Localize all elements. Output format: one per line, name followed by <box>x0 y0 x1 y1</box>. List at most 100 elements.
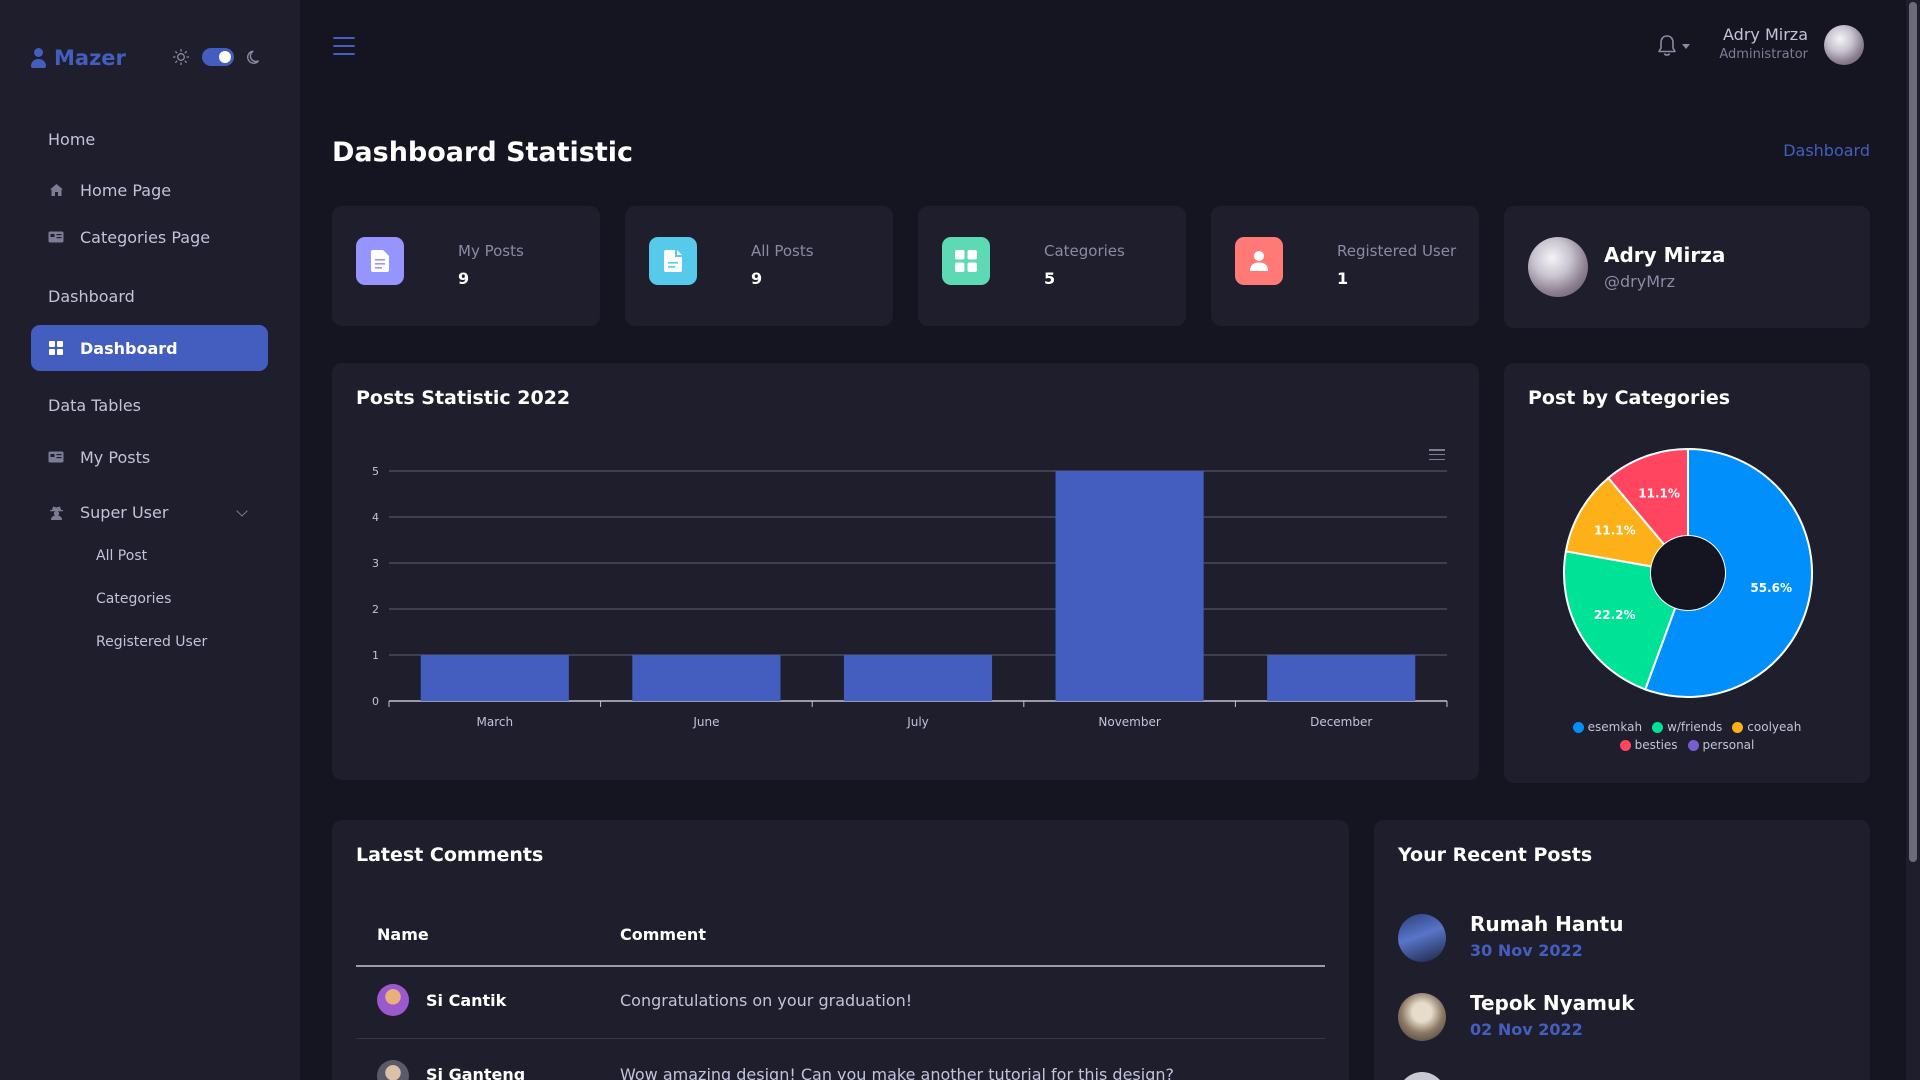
bar <box>843 655 993 701</box>
bar-chart: 0 1 2 3 4 5 March June July November December <box>372 465 1448 729</box>
dark-mode-toggle[interactable] <box>202 48 234 66</box>
slice-label: 11.1% <box>1638 487 1680 501</box>
legend-dot <box>1572 721 1584 733</box>
avatar <box>377 984 409 1016</box>
x-tick-label: November <box>1098 715 1160 729</box>
brand-name: Mazer <box>54 46 126 70</box>
comment-text: Wow amazing design! Can you make another… <box>620 1065 1174 1080</box>
page-title: Dashboard Statistic <box>332 137 634 168</box>
sidebar-subitem-categories[interactable]: Categories <box>96 591 171 607</box>
recent-post-date: 02 Nov 2022 <box>1470 1020 1583 1039</box>
house-icon <box>48 182 64 198</box>
stat-card-categories: Categories 5 <box>918 206 1186 326</box>
legend-item[interactable]: w/friends <box>1652 720 1722 734</box>
breadcrumb[interactable]: Dashboard <box>1783 141 1870 160</box>
stat-card-registered-user: Registered User 1 <box>1211 206 1479 326</box>
notification-dropdown[interactable] <box>1656 34 1690 58</box>
legend-label: besties <box>1634 738 1678 752</box>
sidebar: Mazer Home Home Page Categories Page Das… <box>0 0 300 1080</box>
stat-icon-bg <box>942 237 990 285</box>
donut-hole <box>1651 536 1725 610</box>
avatar <box>377 1060 409 1080</box>
stat-label: All Posts <box>751 242 814 260</box>
donut-chart: 55.6% 22.2% 11.1% 11.1% <box>1563 447 1813 698</box>
grid-icon <box>48 340 64 356</box>
sidebar-item-my-posts[interactable]: My Posts <box>31 434 268 480</box>
user-icon <box>30 48 46 68</box>
comment-author: Si Ganteng <box>426 1065 526 1080</box>
stat-icon-bg <box>649 237 697 285</box>
column-header-name: Name <box>377 925 429 944</box>
chart-legend: esemkah w/friends coolyeah besties personal <box>1504 720 1870 752</box>
document-icon <box>371 250 389 272</box>
sidebar-subitem-registered-user[interactable]: Registered User <box>96 634 207 650</box>
x-tick-label: July <box>906 715 929 729</box>
y-tick-label: 3 <box>372 557 379 570</box>
chevron-down-icon <box>236 505 248 517</box>
sidebar-item-super-user[interactable]: Super User <box>31 489 268 535</box>
bar <box>420 655 569 701</box>
card-icon <box>48 449 64 465</box>
theme-switcher <box>172 48 264 66</box>
legend-item[interactable]: coolyeah <box>1732 720 1801 734</box>
sidebar-item-label: Home Page <box>80 180 172 200</box>
legend-label: personal <box>1702 738 1755 752</box>
sidebar-item-home-page[interactable]: Home Page <box>31 167 268 213</box>
sidebar-item-categories-page[interactable]: Categories Page <box>31 214 268 260</box>
post-thumbnail[interactable] <box>1398 914 1446 962</box>
card-icon <box>48 229 64 245</box>
grid-icon <box>955 250 977 272</box>
divider <box>356 1038 1325 1039</box>
profile-card: Adry Mirza @dryMrz <box>1504 206 1870 328</box>
brand-logo[interactable]: Mazer <box>30 46 126 70</box>
recent-post-title[interactable]: Tepok Nyamuk <box>1470 991 1635 1015</box>
sidebar-item-dashboard[interactable]: Dashboard <box>31 325 268 371</box>
recent-posts-card: Your Recent Posts Rumah Hantu 30 Nov 202… <box>1374 820 1870 1080</box>
sidebar-subitem-all-post[interactable]: All Post <box>96 548 147 564</box>
legend-label: coolyeah <box>1747 720 1802 734</box>
stat-value: 9 <box>458 269 470 288</box>
file-icon <box>664 250 682 272</box>
post-by-categories-card: Post by Categories 55.6% 22.2% 11.1% 11.1% … <box>1504 363 1870 783</box>
hamburger-menu-icon[interactable] <box>333 37 355 55</box>
stat-value: 9 <box>751 269 763 288</box>
page-scrollbar[interactable] <box>1906 0 1920 1080</box>
recent-post-title[interactable]: Rumah Hantu <box>1470 912 1623 936</box>
card-title: Post by Categories <box>1528 387 1731 409</box>
sun-icon <box>172 48 190 66</box>
legend-label: w/friends <box>1667 720 1723 734</box>
profile-handle: @dryMrz <box>1604 272 1675 291</box>
posts-statistic-card: Posts Statistic 2022 0 1 2 3 4 5 March June July… <box>332 363 1479 780</box>
stat-value: 1 <box>1337 269 1349 288</box>
legend-item[interactable]: esemkah <box>1572 720 1643 734</box>
stat-icon-bg <box>1235 237 1283 285</box>
legend-label: esemkah <box>1587 720 1643 734</box>
avatar <box>1528 237 1588 297</box>
legend-item[interactable]: personal <box>1687 738 1755 752</box>
x-tick-label: June <box>692 715 719 729</box>
bell-icon <box>1658 35 1676 56</box>
profile-name: Adry Mirza <box>1604 243 1726 267</box>
slice-label: 55.6% <box>1750 581 1792 595</box>
y-tick-label: 1 <box>372 649 379 662</box>
slice-label: 22.2% <box>1594 608 1636 622</box>
post-thumbnail[interactable] <box>1398 993 1446 1041</box>
legend-item[interactable]: besties <box>1619 738 1678 752</box>
x-tick-label: December <box>1310 715 1372 729</box>
bar <box>632 655 781 701</box>
column-header-comment: Comment <box>620 925 706 944</box>
slice-label: 11.1% <box>1594 524 1636 538</box>
bar <box>1055 471 1204 701</box>
menu-section-title: Data Tables <box>48 396 141 415</box>
legend-dot <box>1619 739 1631 751</box>
divider <box>356 965 1325 967</box>
header-user-name[interactable]: Adry Mirza <box>1723 25 1808 44</box>
stat-label: Registered User <box>1337 242 1457 260</box>
sidebar-item-label: Categories Page <box>80 227 211 247</box>
y-tick-label: 4 <box>372 511 379 524</box>
menu-section-title: Home <box>48 130 96 149</box>
moon-icon <box>247 50 260 64</box>
post-thumbnail[interactable] <box>1398 1072 1446 1080</box>
avatar[interactable] <box>1824 25 1864 65</box>
scrollbar-thumb[interactable] <box>1909 2 1917 862</box>
